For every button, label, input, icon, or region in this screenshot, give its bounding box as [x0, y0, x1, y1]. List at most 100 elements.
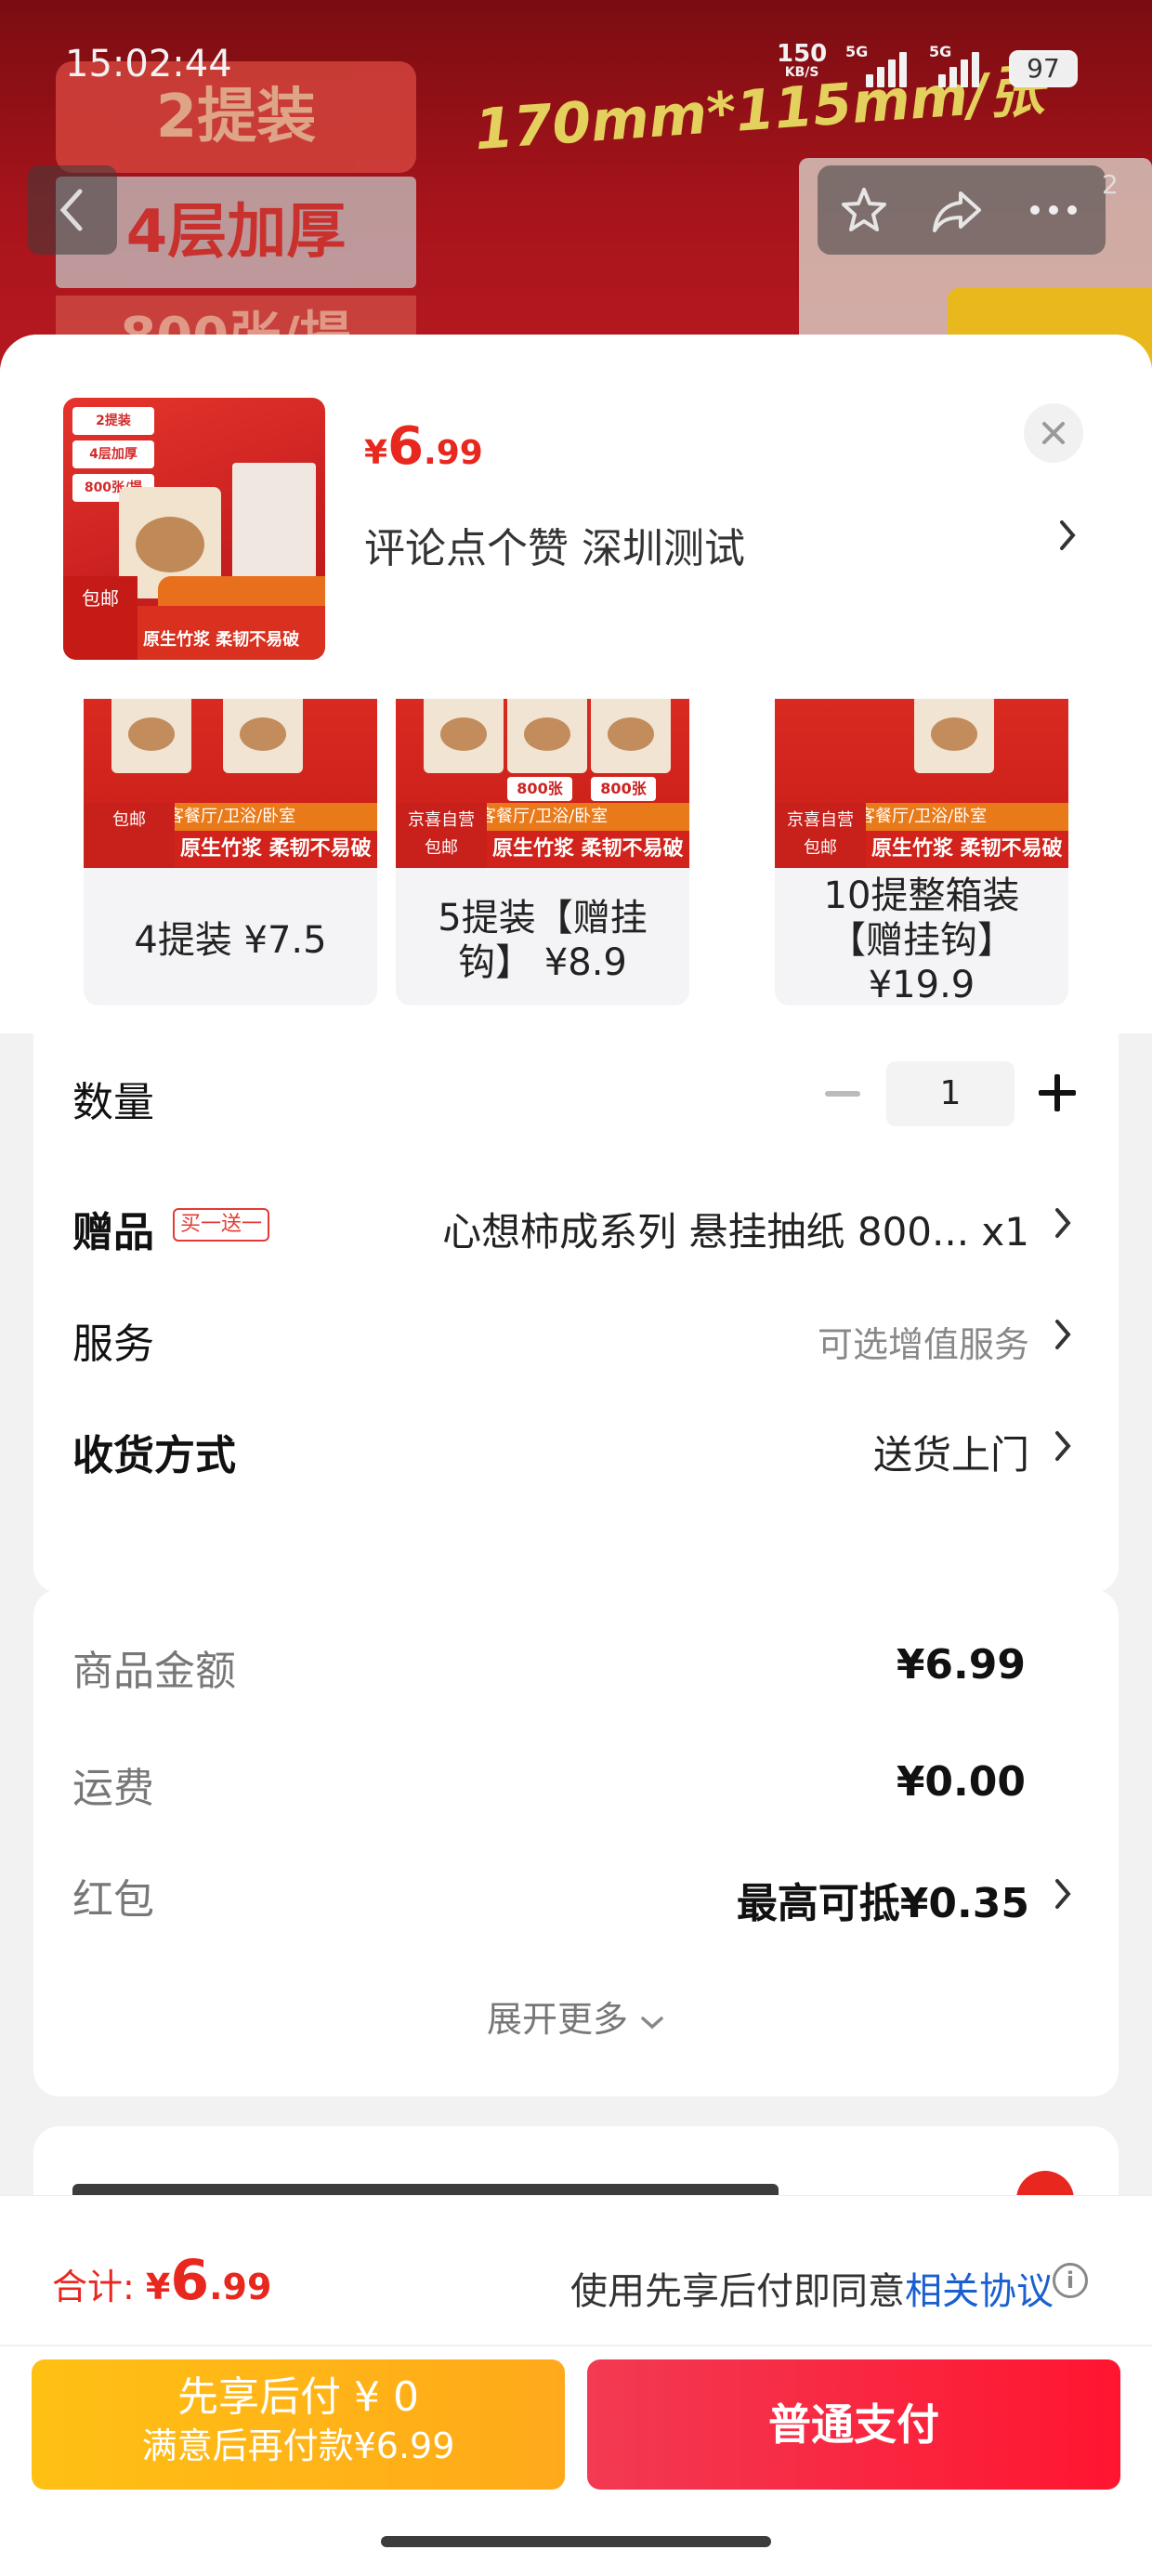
- chevron-right-icon: [1052, 1316, 1074, 1353]
- more-icon[interactable]: [1024, 180, 1083, 240]
- notification-count: 2: [1102, 169, 1119, 200]
- checkout-footer: 合计: ¥6.99 使用先享后付即同意相关协议 i 先享后付 ¥ 0 满意后再付…: [0, 2195, 1152, 2576]
- coupon-value: 最高可抵¥0.35: [736, 1880, 1029, 1927]
- price-decimal: .99: [424, 434, 483, 472]
- order-options-card: 数量 1 赠品 买一送一 心想柿成系列 悬挂抽纸 800... x1 服务 可选…: [33, 1005, 1119, 1593]
- gift-row[interactable]: 赠品 买一送一 心想柿成系列 悬挂抽纸 800... x1: [33, 1176, 1119, 1269]
- battery-icon: 97: [1009, 50, 1078, 87]
- goods-amount-label: 商品金额: [72, 1648, 236, 1695]
- spec-option-label: 10提整箱装【赠挂钩】 ¥19.9: [823, 874, 1020, 1005]
- top-action-bar: [818, 165, 1106, 255]
- spec-option-image: 客餐厅/卫浴/卧室 原生竹浆 柔韧不易破 包邮: [84, 699, 377, 868]
- product-price: ¥6.99: [364, 416, 483, 477]
- jd-label: 京喜自营: [408, 810, 475, 830]
- service-row[interactable]: 服务 可选增值服务: [33, 1288, 1119, 1381]
- agreement-prefix: 使用先享后付即同意: [570, 2270, 905, 2313]
- signal-type-label-2: 5G: [929, 43, 952, 60]
- status-bar: 15:02:44 150 KB/S 5G 5G 97: [0, 0, 1152, 130]
- pay-later-button[interactable]: 先享后付 ¥ 0 满意后再付款¥6.99: [32, 2359, 565, 2490]
- jd-label: 京喜自营: [787, 810, 854, 830]
- close-button[interactable]: [1024, 403, 1083, 463]
- baoyou-label: 包邮: [425, 838, 458, 858]
- total-label: 合计:: [52, 2267, 146, 2307]
- option-image-sheet-count: 800张: [591, 777, 656, 801]
- gift-value: 心想柿成系列 悬挂抽纸 800... x1: [442, 1209, 1029, 1255]
- coupon-row[interactable]: 红包 最高可抵¥0.35: [33, 1846, 1119, 1939]
- decrease-quantity-button[interactable]: [825, 1091, 860, 1097]
- gift-badge: 买一送一: [173, 1208, 270, 1242]
- spec-option-card[interactable]: 800张 800张 客餐厅/卫浴/卧室 原生竹浆 柔韧不易破 京喜自营 包邮 5提…: [396, 699, 689, 1005]
- network-speed: 150 KB/S: [777, 40, 828, 80]
- mascot-image: [136, 517, 204, 572]
- service-label: 服务: [72, 1321, 154, 1368]
- network-speed-value: 150: [777, 40, 828, 68]
- expand-more-label: 展开更多: [486, 1999, 628, 2040]
- agreement-link[interactable]: 相关协议: [905, 2270, 1054, 2313]
- signal-icon: 5G: [845, 43, 907, 87]
- shipping-label: 运费: [72, 1765, 154, 1812]
- spec-option-label: 5提装【赠挂钩】 ¥8.9: [438, 897, 648, 984]
- thumb-badge: 包邮: [63, 576, 137, 660]
- shipping-row: 运费 ¥0.00: [33, 1734, 1119, 1827]
- option-image-jd-badge: 京喜自营 包邮: [775, 803, 866, 868]
- option-image-band: 客餐厅/卫浴/卧室: [466, 803, 689, 831]
- option-image-jd-badge: 包邮: [84, 803, 175, 868]
- spec-options-row[interactable]: 客餐厅/卫浴/卧室 原生竹浆 柔韧不易破 包邮 4提装 ¥7.5 800张 80…: [0, 699, 1152, 1005]
- star-icon[interactable]: [834, 180, 894, 240]
- chevron-right-icon: [1052, 1427, 1074, 1465]
- chevron-left-icon: [59, 189, 83, 231]
- footer-divider: [0, 2345, 1152, 2346]
- goods-amount-row: 商品金额 ¥6.99: [33, 1617, 1119, 1710]
- delivery-label: 收货方式: [72, 1432, 236, 1479]
- chevron-right-icon[interactable]: [1057, 517, 1078, 558]
- signal-icon-2: 5G: [929, 43, 987, 87]
- amount-summary-card: 商品金额 ¥6.99 运费 ¥0.00 红包 最高可抵¥0.35 展开更多: [33, 1589, 1119, 2096]
- total-price: 合计: ¥6.99: [52, 2248, 271, 2313]
- spec-option-card[interactable]: 客餐厅/卫浴/卧室 原生竹浆 柔韧不易破 京喜自营 包邮 10提整箱装【赠挂钩】 …: [775, 699, 1068, 1005]
- agreement-text: 使用先享后付即同意相关协议: [570, 2261, 1054, 2315]
- quantity-label: 数量: [72, 1079, 154, 1126]
- price-integer: 6: [387, 416, 425, 477]
- share-icon[interactable]: [927, 180, 987, 240]
- close-icon: [1042, 422, 1065, 444]
- quantity-row: 数量 1: [33, 1046, 1119, 1139]
- spec-option-card[interactable]: 客餐厅/卫浴/卧室 原生竹浆 柔韧不易破 包邮 4提装 ¥7.5: [84, 699, 377, 1005]
- info-icon[interactable]: i: [1053, 2263, 1088, 2298]
- option-image-sheet-count: 800张: [507, 777, 572, 801]
- signal-type-label: 5G: [845, 43, 869, 60]
- thumb-tag: 2提装: [72, 407, 154, 435]
- thumb-bottom-text: 原生竹浆 柔韧不易破: [143, 630, 300, 650]
- total-integer: 6: [170, 2248, 210, 2313]
- pay-later-subtitle: 满意后再付款¥6.99: [141, 2425, 455, 2466]
- selected-spec-text[interactable]: 评论点个赞 深圳测试: [364, 515, 745, 574]
- shipping-value: ¥0.00: [896, 1758, 1026, 1806]
- delivery-row[interactable]: 收货方式 送货上门: [33, 1400, 1119, 1492]
- option-image-jd-badge: 京喜自营 包邮: [396, 803, 487, 868]
- option-image-band: 客餐厅/卫浴/卧室: [154, 803, 377, 831]
- spec-option-image: 800张 800张 客餐厅/卫浴/卧室 原生竹浆 柔韧不易破 京喜自营 包邮: [396, 699, 689, 868]
- delivery-value: 送货上门: [872, 1432, 1029, 1478]
- chevron-right-icon: [1052, 1204, 1074, 1242]
- gift-package-image: [232, 463, 316, 584]
- quantity-input[interactable]: 1: [886, 1061, 1015, 1126]
- total-decimal: .99: [209, 2267, 272, 2307]
- spec-option-label: 4提装 ¥7.5: [134, 919, 327, 962]
- expand-more-button[interactable]: 展开更多: [33, 1991, 1119, 2042]
- back-button[interactable]: [28, 165, 117, 255]
- goods-amount-value: ¥6.99: [896, 1641, 1026, 1689]
- chevron-right-icon: [1052, 1875, 1074, 1912]
- increase-quantity-button[interactable]: [1039, 1074, 1076, 1111]
- chevron-down-icon: [641, 2017, 663, 2030]
- product-thumbnail: 2提装 4层加厚 800张/提 包邮 原生竹浆 柔韧不易破: [63, 398, 325, 660]
- status-time: 15:02:44: [65, 43, 232, 85]
- thumb-tag: 4层加厚: [72, 440, 154, 468]
- normal-pay-button[interactable]: 普通支付: [587, 2359, 1120, 2490]
- spec-option-image: 客餐厅/卫浴/卧室 原生竹浆 柔韧不易破 京喜自营 包邮: [775, 699, 1068, 868]
- sheet-header: 2提装 4层加厚 800张/提 包邮 原生竹浆 柔韧不易破 ¥6.99 评论点个…: [0, 335, 1152, 699]
- baoyou-label: 包邮: [804, 838, 837, 858]
- gift-label: 赠品: [72, 1209, 154, 1256]
- total-currency: ¥: [145, 2267, 171, 2307]
- thumb-band: [158, 576, 325, 606]
- home-indicator[interactable]: [381, 2536, 771, 2547]
- service-value: 可选增值服务: [817, 1324, 1029, 1365]
